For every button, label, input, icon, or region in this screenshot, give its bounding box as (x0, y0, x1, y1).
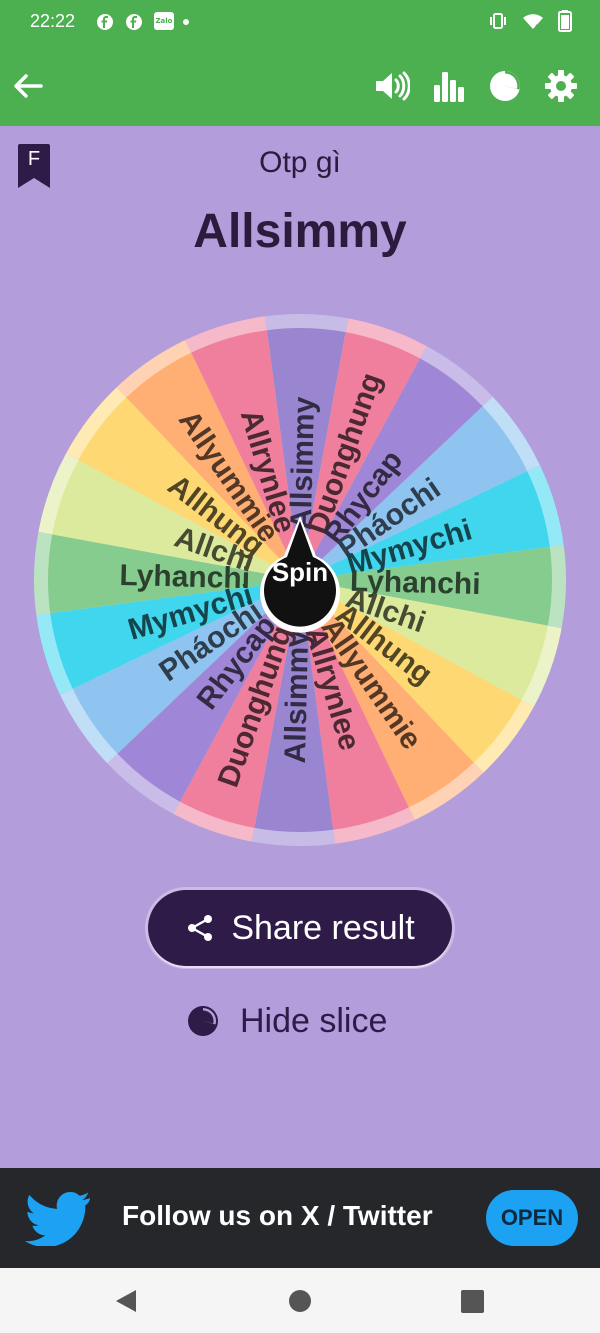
ad-banner[interactable]: Follow us on X / Twitter OPEN (0, 1168, 600, 1268)
system-status-icons (488, 10, 572, 32)
share-icon (188, 915, 213, 941)
spin-label: Spin (271, 557, 329, 587)
slices-button[interactable] (485, 66, 525, 106)
hide-slice-button[interactable]: Hide slice (186, 998, 387, 1044)
status-time: 22:22 (30, 11, 76, 31)
pie-chart-icon (188, 1006, 218, 1036)
hide-slice-label: Hide slice (240, 1001, 388, 1040)
ad-text: Follow us on X / Twitter (122, 1200, 433, 1231)
more-notifications-dot (183, 19, 189, 25)
share-result-button[interactable]: Share result (148, 890, 452, 966)
vibrate-icon (490, 13, 506, 29)
main-content: F Otp gì Allsimmy Allsimmy Duonghung Rhyca… (0, 126, 600, 1168)
system-navigation-bar (0, 1268, 600, 1333)
statistics-button[interactable] (429, 66, 469, 106)
spin-result: Allsimmy (193, 205, 407, 258)
bar-chart-icon (434, 72, 464, 102)
wifi-icon (523, 14, 543, 29)
nav-recents-button[interactable] (461, 1290, 484, 1313)
ad-open-button[interactable]: OPEN (486, 1190, 578, 1246)
zalo-notification-icon: Zalo (154, 12, 174, 30)
spin-wheel[interactable]: Allsimmy Duonghung Rhycap Pháochi Mymychi Lyh… (30, 310, 570, 850)
twitter-bird-icon (24, 1192, 90, 1246)
app-bar (0, 46, 600, 126)
status-bar: 22:22 Zalo (0, 0, 600, 46)
facebook-notification-icon (126, 14, 142, 30)
nav-back-button[interactable] (114, 1288, 138, 1314)
sound-button[interactable] (372, 66, 412, 106)
gear-icon (545, 70, 577, 102)
pie-chart-icon (490, 71, 520, 101)
wheel-title: Otp gì (259, 146, 341, 179)
volume-icon (376, 71, 410, 101)
back-button[interactable] (8, 66, 48, 106)
share-result-label: Share result (231, 908, 415, 947)
spin-button[interactable]: Spin (258, 516, 342, 633)
battery-icon (558, 10, 572, 32)
facebook-notification-icon (97, 14, 113, 30)
settings-button[interactable] (541, 66, 581, 106)
nav-home-button[interactable] (288, 1289, 312, 1313)
arrow-left-icon (14, 74, 43, 98)
